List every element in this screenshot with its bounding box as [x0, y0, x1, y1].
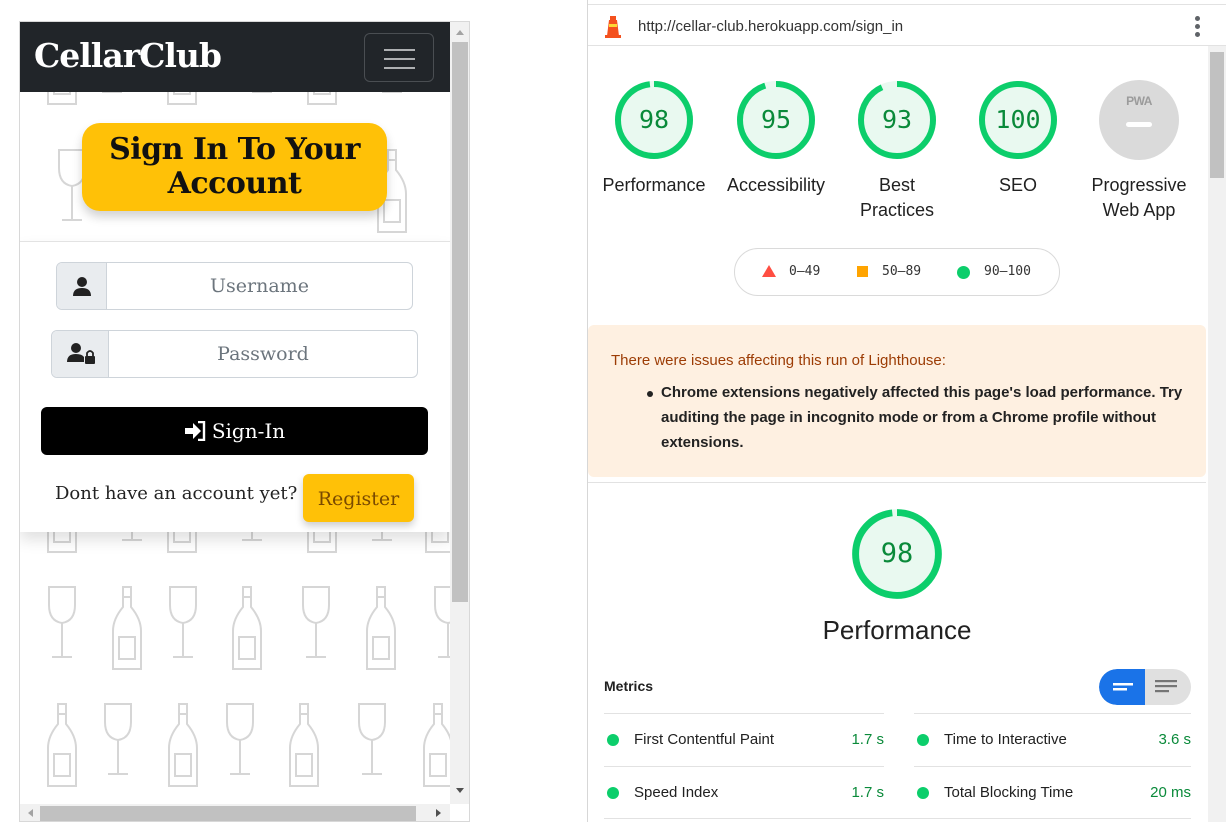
report-url-bar: http://cellar-club.herokuapp.com/sign_in — [588, 4, 1226, 46]
scroll-left-arrow-icon[interactable] — [28, 809, 33, 817]
metric-total-blocking-time: Total Blocking Time 20 ms — [914, 766, 1191, 818]
performance-title: Performance — [822, 615, 972, 645]
gauge-best-practices[interactable]: 93 Best Practices — [837, 80, 957, 223]
pass-circle-icon — [957, 266, 970, 279]
metric-first-contentful-paint: First Contentful Paint 1.7 s — [604, 713, 884, 765]
gauge-label: Best Practices — [837, 173, 957, 223]
gauge-seo[interactable]: 100 SEO — [958, 80, 1078, 198]
gauge-label: SEO — [998, 175, 1037, 195]
user-lock-icon — [67, 343, 95, 364]
legend-fail-range: 0–49 — [789, 264, 821, 279]
metric-value: 1.7 s — [851, 784, 884, 801]
metric-speed-index: Speed Index 1.7 s — [604, 766, 884, 818]
summary-view-button[interactable] — [1099, 669, 1145, 705]
performance-gauge: 98 — [851, 508, 943, 600]
pwa-badge-text: PWA — [1126, 94, 1152, 108]
legend-average-range: 50–89 — [882, 264, 922, 279]
gauge-score: 95 — [760, 105, 792, 134]
pass-dot-icon — [917, 787, 929, 799]
page-title-line-2: Account — [167, 166, 302, 201]
menu-toggle-button[interactable] — [364, 33, 434, 82]
brand-logo[interactable]: CellarClub — [34, 36, 222, 75]
metric-value: 3.6 s — [1158, 731, 1191, 748]
user-icon-addon — [57, 263, 107, 309]
more-options-icon[interactable] — [1195, 16, 1201, 38]
report-url[interactable]: http://cellar-club.herokuapp.com/sign_in — [638, 18, 903, 35]
gauge-label-line-1: Progressive — [1091, 175, 1187, 195]
gauge-score: 98 — [638, 105, 670, 134]
username-group: Username — [56, 262, 413, 310]
metric-name: Time to Interactive — [944, 731, 1067, 748]
report-scrollbar[interactable] — [1208, 46, 1226, 822]
score-legend: 0–49 50–89 90–100 — [734, 248, 1060, 296]
password-input[interactable]: Password — [109, 331, 417, 377]
gauge-label-line-2: Web App — [1102, 200, 1176, 220]
lighthouse-icon — [605, 16, 621, 38]
summary-lines-icon — [1113, 683, 1133, 691]
user-lock-icon-addon — [52, 331, 109, 377]
metric-value: 1.7 s — [851, 731, 884, 748]
metrics-label: Metrics — [604, 678, 654, 694]
horizontal-scroll-thumb[interactable] — [40, 806, 416, 821]
sign-in-label: Sign-In — [211, 419, 286, 443]
hamburger-icon — [384, 67, 415, 69]
pass-dot-icon — [917, 734, 929, 746]
pass-dot-icon — [607, 734, 619, 746]
gauge-pwa[interactable]: PWA Progressive Web App — [1079, 80, 1199, 223]
hamburger-icon — [384, 58, 415, 60]
report-scroll-thumb[interactable] — [1210, 52, 1224, 178]
register-button[interactable]: Register — [303, 474, 414, 522]
metrics-view-toggle[interactable] — [1099, 669, 1191, 705]
gauge-label: Progressive Web App — [1079, 173, 1199, 223]
gauge-performance[interactable]: 98 Performance — [594, 80, 714, 198]
metric-value: 20 ms — [1150, 784, 1191, 801]
username-input[interactable]: Username — [107, 263, 412, 309]
expanded-lines-icon[interactable] — [1155, 679, 1177, 695]
vertical-scroll-thumb[interactable] — [452, 42, 468, 602]
metric-name: Total Blocking Time — [944, 784, 1074, 801]
pwa-badge-icon — [1099, 80, 1179, 160]
page-title-line-1: Sign In To Your — [109, 132, 360, 167]
horizontal-scrollbar[interactable] — [20, 804, 450, 821]
gauge-label-line-2: Practices — [859, 200, 935, 220]
average-square-icon — [857, 266, 868, 277]
pass-dot-icon — [607, 787, 619, 799]
navbar: CellarClub — [20, 22, 450, 92]
gauge-accessibility[interactable]: 95 Accessibility — [716, 80, 836, 198]
gauge-label: Performance — [602, 175, 706, 195]
scroll-right-arrow-icon[interactable] — [436, 809, 441, 817]
scroll-down-arrow-icon[interactable] — [456, 788, 464, 793]
sign-in-button[interactable]: Sign-In — [41, 407, 428, 455]
user-icon — [73, 277, 91, 296]
gauge-score: 93 — [881, 105, 913, 134]
warning-item: Chrome extensions negatively affected th… — [661, 384, 1183, 451]
metric-name: First Contentful Paint — [634, 731, 775, 748]
run-warning: There were issues affecting this run of … — [588, 325, 1206, 477]
fail-triangle-icon — [762, 265, 776, 277]
gauge-label: Accessibility — [726, 175, 826, 195]
performance-score: 98 — [880, 538, 914, 569]
metrics-bottom-border — [604, 818, 1191, 819]
sign-in-form: Username Password Sign-In Dont have an a… — [20, 241, 450, 532]
vertical-scrollbar[interactable] — [450, 22, 469, 804]
scroll-up-arrow-icon[interactable] — [456, 30, 464, 35]
register-prompt: Dont have an account yet? — [55, 483, 298, 504]
gauge-score: 100 — [995, 105, 1041, 134]
page-title: Sign In To Your Account — [82, 123, 387, 211]
mobile-preview: CellarClub Sign In To Your Account Usern… — [19, 21, 470, 822]
section-divider — [588, 482, 1206, 483]
password-group: Password — [51, 330, 418, 378]
mobile-viewport: CellarClub Sign In To Your Account Usern… — [20, 22, 450, 804]
metric-time-to-interactive: Time to Interactive 3.6 s — [914, 713, 1191, 765]
gauge-label-line-1: Best — [878, 175, 916, 195]
lighthouse-report: http://cellar-club.herokuapp.com/sign_in… — [588, 0, 1226, 822]
warning-bullet-icon — [647, 391, 653, 397]
warning-title: There were issues affecting this run of … — [611, 352, 946, 369]
metric-name: Speed Index — [634, 784, 719, 801]
hamburger-icon — [384, 49, 415, 51]
legend-pass-range: 90–100 — [984, 264, 1031, 279]
sign-in-icon — [184, 420, 206, 442]
